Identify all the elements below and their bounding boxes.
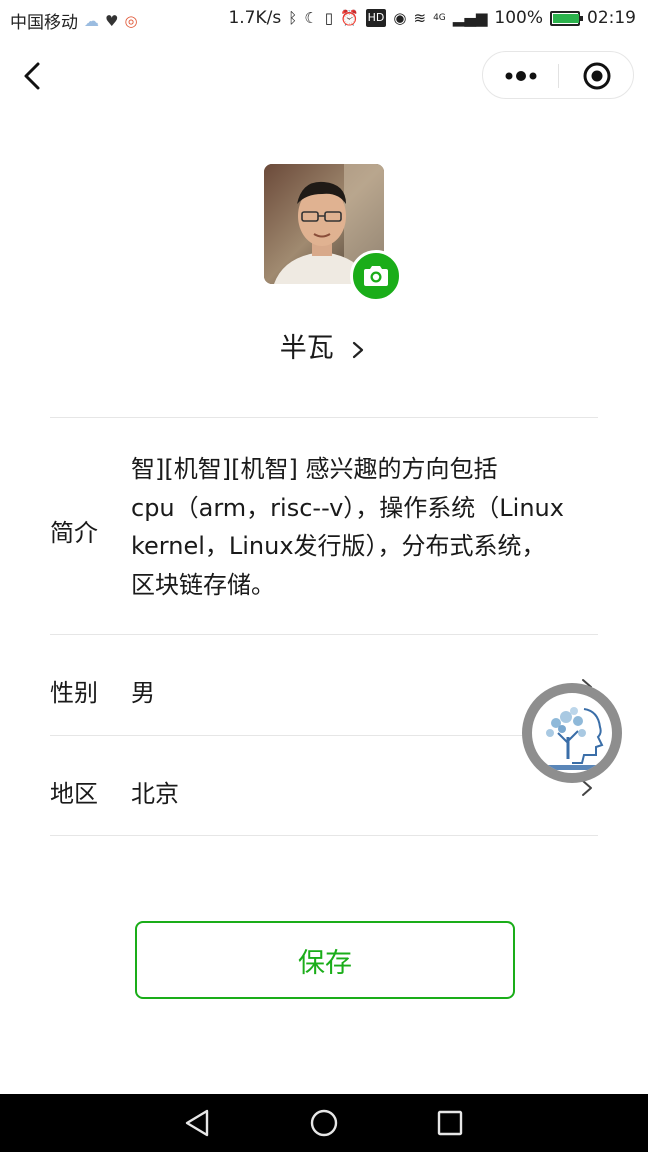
save-button[interactable]: 保存	[135, 921, 515, 999]
hd-icon: HD	[365, 9, 387, 27]
network-type: 4G	[433, 13, 446, 23]
carrier-name: 中国移动	[10, 13, 78, 33]
close-button[interactable]	[573, 56, 621, 96]
back-button[interactable]	[14, 56, 54, 96]
bio-text[interactable]: 智][机智][机智] 感兴趣的方向包括 cpu（arm，risc--v），操作系…	[131, 450, 601, 604]
capsule-divider	[558, 64, 559, 88]
status-bar: 中国移动 ☁ ♥ ◎ 1.7K/s ᛒ ☾ ▯ ⏰ HD ◉ ≋ 4G ▂▄▆ …	[0, 0, 648, 38]
status-right: 1.7K/s ᛒ ☾ ▯ ⏰ HD ◉ ≋ 4G ▂▄▆ 100% 02:19	[228, 8, 636, 28]
home-circle-icon[interactable]	[307, 1106, 341, 1140]
bio-line: 智][机智][机智] 感兴趣的方向包括	[131, 455, 498, 483]
divider	[50, 417, 598, 418]
nickname: 半瓦	[279, 333, 334, 364]
target-close-icon	[583, 62, 611, 90]
nav-bar	[0, 38, 648, 114]
heart-icon: ♥	[105, 11, 119, 30]
net-speed: 1.7K/s	[228, 8, 282, 28]
floating-assistant-button[interactable]	[522, 683, 622, 783]
vibrate-icon: ▯	[324, 9, 333, 27]
divider	[50, 634, 598, 635]
alarm-icon: ⏰	[339, 9, 359, 27]
recents-square-icon[interactable]	[433, 1106, 467, 1140]
battery-icon	[550, 10, 583, 26]
more-button[interactable]	[497, 56, 545, 96]
bio-line: kernel，Linux发行版），分布式系统，	[131, 532, 546, 560]
battery-percent: 100%	[494, 8, 543, 28]
divider	[50, 735, 598, 736]
moon-icon: ☾	[304, 9, 318, 27]
camera-icon	[364, 266, 388, 286]
bio-line: cpu（arm，risc--v），操作系统（Linux	[131, 493, 564, 522]
signal-icon: ▂▄▆	[452, 9, 488, 27]
bluetooth-icon: ᛒ	[288, 9, 298, 27]
app-notify-icon: ◎	[124, 11, 138, 30]
eye-icon: ◉	[393, 9, 407, 27]
cloud-icon: ☁	[84, 11, 99, 30]
brain-tree-logo	[544, 707, 604, 770]
bio-label: 简介	[50, 519, 98, 547]
bio-line: 区块链存储。	[131, 570, 275, 599]
battery-level-fill	[553, 13, 579, 23]
mini-program-capsule	[482, 51, 634, 99]
nickname-row[interactable]: 半瓦	[0, 326, 648, 365]
more-dots-icon	[505, 71, 537, 81]
system-navigation-bar	[0, 1094, 648, 1152]
region-value: 北京	[131, 780, 179, 808]
divider	[50, 835, 598, 836]
back-triangle-icon[interactable]	[181, 1106, 215, 1140]
gender-value: 男	[131, 679, 155, 707]
region-label: 地区	[50, 780, 98, 808]
clock: 02:19	[587, 8, 636, 28]
status-left: 中国移动 ☁ ♥ ◎	[10, 8, 138, 34]
gender-label: 性别	[50, 679, 98, 707]
chevron-right-icon	[353, 341, 364, 358]
change-avatar-button[interactable]	[350, 250, 402, 302]
chevron-left-icon	[24, 62, 40, 90]
wifi-icon: ≋	[413, 9, 427, 27]
